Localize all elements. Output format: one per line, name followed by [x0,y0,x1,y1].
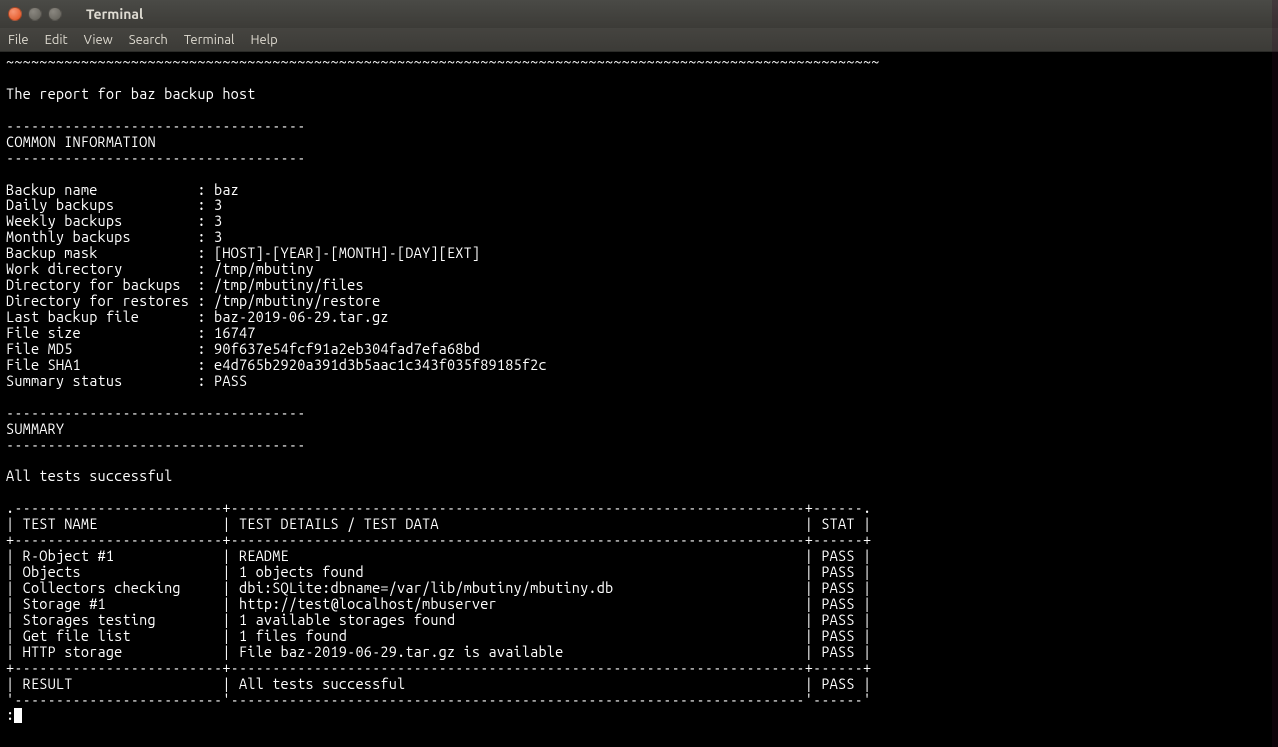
window-title: Terminal [86,6,143,22]
scrollbar[interactable] [1272,0,1278,747]
close-icon[interactable] [8,7,22,21]
menu-terminal[interactable]: Terminal [184,33,235,47]
minimize-icon[interactable] [28,7,42,21]
titlebar: Terminal [0,0,1278,28]
menu-edit[interactable]: Edit [45,33,68,47]
menu-help[interactable]: Help [250,33,277,47]
maximize-icon[interactable] [48,7,62,21]
menu-view[interactable]: View [84,33,113,47]
cursor-icon [14,708,22,723]
menubar: File Edit View Search Terminal Help [0,28,1278,52]
menu-search[interactable]: Search [129,33,168,47]
menu-file[interactable]: File [8,33,29,47]
terminal-output[interactable]: ~~~~~~~~~~~~~~~~~~~~~~~~~~~~~~~~~~~~~~~~… [0,52,1278,725]
pager-prompt: : [6,707,14,723]
